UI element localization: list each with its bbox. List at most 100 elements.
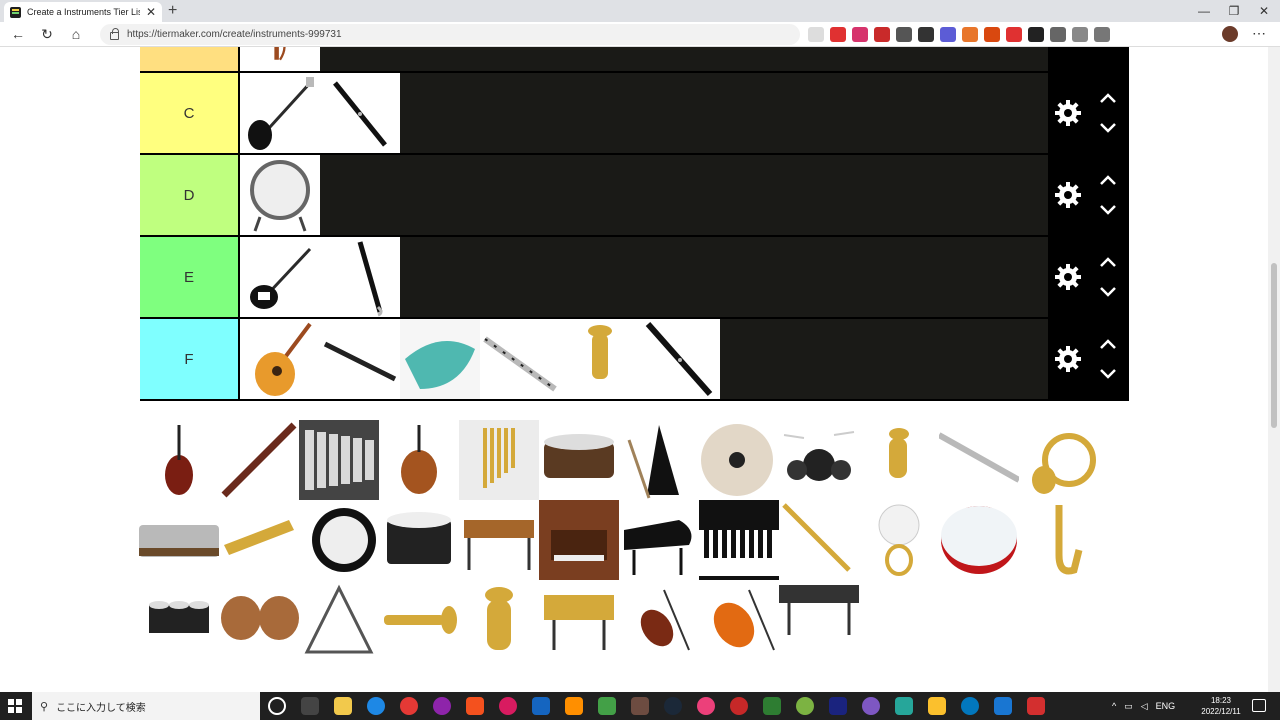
page-scrollbar[interactable] — [1268, 47, 1280, 692]
baritone-horn-item[interactable] — [560, 319, 640, 399]
close-window-button[interactable]: ✕ — [1248, 0, 1280, 22]
move-down-chevron-icon[interactable] — [1098, 203, 1118, 217]
flute-item[interactable] — [939, 420, 1019, 500]
app-icon[interactable] — [895, 697, 913, 715]
minecraft-icon[interactable] — [598, 697, 616, 715]
tier-items-dropzone[interactable] — [240, 47, 1048, 71]
marching-snare-item[interactable] — [379, 500, 459, 580]
reload-icon[interactable]: ↻ — [37, 25, 57, 43]
extension-icon[interactable] — [1050, 27, 1066, 42]
extension-icon[interactable] — [962, 27, 978, 42]
settings-gear-icon[interactable] — [1054, 263, 1082, 291]
language-indicator[interactable]: ENG — [1156, 701, 1176, 711]
double-bass-item[interactable] — [139, 420, 219, 500]
pipe-organ-item[interactable] — [539, 500, 619, 580]
keyboard-item[interactable] — [699, 500, 779, 580]
oboe-item[interactable] — [320, 73, 400, 153]
extension-icon[interactable] — [896, 27, 912, 42]
move-up-chevron-icon[interactable] — [1098, 337, 1118, 351]
extension-icon[interactable] — [1028, 27, 1044, 42]
more-menu-icon[interactable]: ⋯ — [1252, 25, 1266, 42]
windows-start-icon[interactable] — [8, 699, 22, 713]
tier-label[interactable]: F — [140, 319, 240, 399]
vibraphone-item[interactable] — [539, 580, 619, 660]
maximize-button[interactable]: ❐ — [1218, 0, 1250, 22]
task-view-icon[interactable] — [301, 697, 319, 715]
extension-icon[interactable] — [874, 27, 890, 42]
app-icon[interactable] — [862, 697, 880, 715]
trumpet-item[interactable] — [379, 580, 459, 660]
extension-icon[interactable] — [1006, 27, 1022, 42]
tenor-drums-item[interactable] — [139, 580, 219, 660]
tier-label[interactable]: E — [140, 237, 240, 317]
volume-icon[interactable]: ◁ — [1141, 701, 1148, 712]
violin-orange-item[interactable] — [699, 580, 779, 660]
settings-gear-icon[interactable] — [1054, 345, 1082, 373]
timpani-item[interactable] — [219, 580, 299, 660]
move-up-chevron-icon[interactable] — [1098, 173, 1118, 187]
taskbar-search-box[interactable]: ⚲ ここに入力して検索 — [32, 692, 260, 720]
glockenspiel-item[interactable] — [299, 420, 379, 500]
cymbals-item[interactable] — [699, 420, 779, 500]
tier-label[interactable] — [140, 47, 240, 71]
url-field[interactable]: https://tiermaker.com/create/instruments… — [100, 24, 800, 45]
extension-icon[interactable] — [984, 27, 1000, 42]
collections-icon[interactable] — [1094, 27, 1110, 42]
app-icon[interactable] — [433, 697, 451, 715]
chrome-icon[interactable] — [400, 697, 418, 715]
concert-bass-drum-item[interactable] — [240, 155, 320, 235]
vlc-icon[interactable] — [565, 697, 583, 715]
xylophone-item[interactable] — [779, 580, 859, 660]
harmonica-item[interactable] — [139, 500, 219, 580]
app-icon[interactable] — [499, 697, 517, 715]
tier-label[interactable]: D — [140, 155, 240, 235]
chimes-item[interactable] — [459, 420, 539, 500]
browser-tab[interactable]: Create a Instruments Tier List - T ✕ — [4, 2, 162, 22]
extension-icon[interactable] — [940, 27, 956, 42]
tray-overflow-icon[interactable]: ^ — [1112, 701, 1116, 711]
move-down-chevron-icon[interactable] — [1098, 367, 1118, 381]
tambourine-item[interactable] — [939, 500, 1019, 580]
file-explorer-icon[interactable] — [334, 697, 352, 715]
move-down-chevron-icon[interactable] — [1098, 285, 1118, 299]
tier-items-dropzone[interactable] — [240, 237, 1048, 317]
snare-drum-item[interactable] — [539, 420, 619, 500]
tier-items-dropzone[interactable] — [240, 73, 1048, 153]
bass-clarinet-item[interactable] — [320, 237, 400, 317]
sousaphone-item[interactable] — [859, 500, 939, 580]
harp-item[interactable] — [240, 47, 320, 71]
tuba-item[interactable] — [459, 580, 539, 660]
violin-item[interactable] — [619, 580, 699, 660]
bass-guitar-item[interactable] — [240, 73, 320, 153]
scrollbar-thumb[interactable] — [1271, 263, 1277, 428]
soprano-sax-item[interactable] — [779, 500, 859, 580]
clarinet-item[interactable] — [640, 319, 720, 399]
favorites-icon[interactable] — [1072, 27, 1088, 42]
settings-gear-icon[interactable] — [1054, 181, 1082, 209]
network-icon[interactable]: ▭ — [1124, 701, 1133, 712]
notification-icon[interactable] — [1252, 699, 1266, 712]
minimize-button[interactable]: — — [1188, 0, 1220, 22]
extension-icon[interactable] — [852, 27, 868, 42]
word-icon[interactable] — [532, 697, 550, 715]
app-icon[interactable] — [796, 697, 814, 715]
tier-items-dropzone[interactable] — [240, 319, 1048, 399]
metronome-item[interactable] — [619, 420, 699, 500]
new-tab-button[interactable]: + — [168, 1, 177, 21]
viola-item[interactable] — [379, 420, 459, 500]
home-icon[interactable]: ⌂ — [66, 25, 86, 43]
acoustic-guitar-item[interactable] — [240, 319, 320, 399]
marching-bass-drum-item[interactable] — [299, 500, 379, 580]
brave-icon[interactable] — [466, 697, 484, 715]
xbox-icon[interactable] — [763, 697, 781, 715]
extension-icon[interactable] — [830, 27, 846, 42]
tier-items-dropzone[interactable] — [240, 155, 1048, 235]
app-icon[interactable] — [994, 697, 1012, 715]
move-up-chevron-icon[interactable] — [1098, 91, 1118, 105]
triangle-item[interactable] — [299, 580, 379, 660]
steam-icon[interactable] — [664, 697, 682, 715]
extension-icon[interactable] — [808, 27, 824, 42]
kazoo-item[interactable] — [219, 500, 299, 580]
app-icon[interactable] — [928, 697, 946, 715]
taskbar-clock[interactable]: 18:23 2022/12/11 — [1196, 695, 1246, 717]
